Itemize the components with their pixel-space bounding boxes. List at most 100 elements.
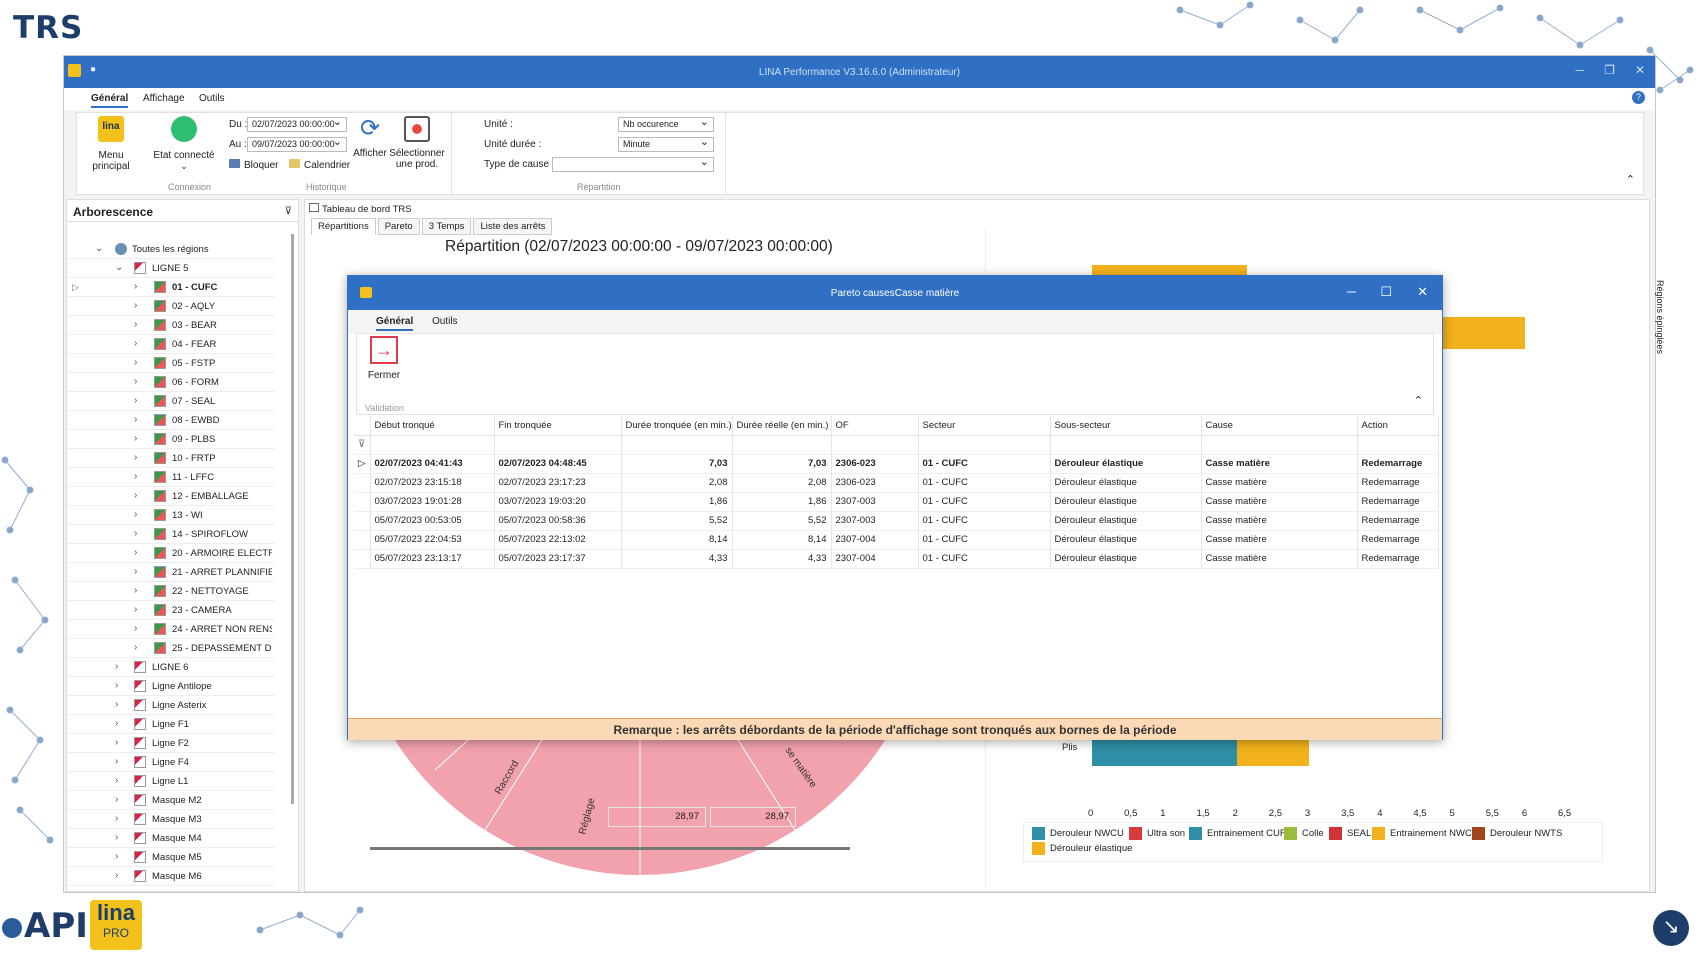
afficher-button[interactable]: ⟳ Afficher xyxy=(353,116,387,160)
filter-cell[interactable] xyxy=(494,435,622,455)
tree-item-ligne5-child[interactable]: › 09 - PLBS xyxy=(67,430,275,449)
grid-horizontal-scrollbar[interactable] xyxy=(370,847,850,850)
tree-item-line[interactable]: › Ligne F4 xyxy=(67,753,275,772)
chevron-right-icon[interactable]: › xyxy=(134,604,137,615)
chevron-right-icon[interactable]: › xyxy=(115,661,118,672)
grid-column-header[interactable]: Action xyxy=(1357,416,1439,436)
legend-item[interactable]: Dérouleur élastique xyxy=(1032,842,1132,855)
tree-item-ligne5[interactable]: ⌄ LIGNE 5 xyxy=(67,259,275,278)
filter-cell[interactable] xyxy=(1357,435,1439,455)
grid-column-header[interactable]: Durée tronquée (en min.) xyxy=(621,416,733,436)
row-indicator[interactable] xyxy=(354,492,371,512)
tree-item-ligne5-child[interactable]: › 25 - DEPASSEMENT DU S... xyxy=(67,639,275,658)
au-date-picker[interactable]: 09/07/2023 00:00:00 xyxy=(247,135,347,152)
filter-icon[interactable]: ⊽ xyxy=(354,435,371,455)
chevron-right-icon[interactable]: › xyxy=(115,870,118,881)
chevron-right-icon[interactable]: › xyxy=(115,794,118,805)
row-indicator[interactable] xyxy=(354,530,371,550)
chevron-right-icon[interactable]: › xyxy=(115,756,118,767)
chevron-right-icon[interactable]: › xyxy=(115,775,118,786)
chevron-right-icon[interactable]: › xyxy=(115,718,118,729)
unite-duree-select[interactable]: Minute xyxy=(618,135,714,152)
chevron-right-icon[interactable]: › xyxy=(134,414,137,425)
etat-connecte-button[interactable]: Etat connecté ⌄ xyxy=(149,116,219,176)
chevron-right-icon[interactable]: › xyxy=(134,471,137,482)
chevron-right-icon[interactable]: › xyxy=(115,680,118,691)
chevron-right-icon[interactable]: › xyxy=(134,528,137,539)
grid-column-header[interactable]: Secteur xyxy=(918,416,1051,436)
chevron-right-icon[interactable]: › xyxy=(134,281,137,292)
tree-item-ligne5-child[interactable]: › 12 - EMBALLAGE xyxy=(67,487,275,506)
tree-item-ligne5-child[interactable]: › 22 - NETTOYAGE xyxy=(67,582,275,601)
chevron-right-icon[interactable]: › xyxy=(134,376,137,387)
tree-item-ligne5-child[interactable]: › 03 - BEAR xyxy=(67,316,275,335)
side-panel-pinned[interactable]: Régions épinglées xyxy=(1655,280,1665,354)
subtab-liste-arrets[interactable]: Liste des arrêts xyxy=(473,218,553,235)
filter-cell[interactable] xyxy=(370,435,495,455)
tree-item-line[interactable]: › Masque M5 xyxy=(67,848,275,867)
dialog-maximize-icon[interactable]: ☐ xyxy=(1380,284,1392,300)
tree-item-ligne5-child[interactable]: › 11 - LFFC xyxy=(67,468,275,487)
tree-item-line[interactable]: › Ligne Antilope xyxy=(67,677,275,696)
table-row[interactable]: 05/07/2023 22:04:53 05/07/2023 22:13:02 8,… xyxy=(354,530,1439,550)
chevron-down-icon[interactable]: ⌄ xyxy=(95,243,103,254)
legend-item[interactable]: Entrainement NWCU xyxy=(1372,827,1479,840)
doc-tab-tableau-de-bord[interactable]: Tableau de bord TRS xyxy=(309,203,412,215)
table-row[interactable]: 03/07/2023 19:01:28 03/07/2023 19:03:20 1,… xyxy=(354,492,1439,512)
legend-item[interactable]: Colle xyxy=(1284,827,1324,840)
subtab-3-temps[interactable]: 3 Temps xyxy=(421,218,472,235)
legend-item[interactable]: SEAL xyxy=(1329,827,1371,840)
grid-column-header[interactable]: Début tronqué xyxy=(370,416,495,436)
table-row[interactable]: 02/07/2023 23:15:18 02/07/2023 23:17:23 2,… xyxy=(354,473,1439,493)
dialog-minimize-icon[interactable]: ─ xyxy=(1347,284,1356,299)
filter-cell[interactable] xyxy=(918,435,1051,455)
tree-item-line[interactable]: › Masque M6 xyxy=(67,867,275,886)
tree-item-line[interactable]: › Ligne F2 xyxy=(67,734,275,753)
tree-item-line[interactable]: › Ligne F1 xyxy=(67,715,275,734)
collapse-ribbon-icon[interactable]: ⌃ xyxy=(1626,173,1635,186)
chevron-right-icon[interactable]: › xyxy=(134,623,137,634)
chevron-right-icon[interactable]: › xyxy=(134,566,137,577)
filter-cell[interactable] xyxy=(621,435,733,455)
grid-column-header[interactable]: Cause xyxy=(1201,416,1358,436)
tree-item-line[interactable]: › Masque M3 xyxy=(67,810,275,829)
expand-row-icon[interactable]: ▷ xyxy=(354,454,371,474)
table-row[interactable]: 05/07/2023 23:13:17 05/07/2023 23:17:37 4,… xyxy=(354,549,1439,569)
minimize-icon[interactable]: ─ xyxy=(1576,63,1585,77)
legend-item[interactable]: Entrainement CUFC xyxy=(1189,827,1293,840)
tree-item-ligne5-child[interactable]: › 07 - SEAL xyxy=(67,392,275,411)
tree-item-ligne5-child[interactable]: › 21 - ARRET PLANNIFIE xyxy=(67,563,275,582)
tab-outils[interactable]: Outils xyxy=(199,93,225,104)
row-indicator[interactable] xyxy=(354,549,371,569)
tree-item-ligne5-child[interactable]: › 13 - WI xyxy=(67,506,275,525)
chevron-right-icon[interactable]: › xyxy=(134,585,137,596)
pin-panel-icon[interactable]: ⊽ xyxy=(285,206,292,217)
grid-column-header[interactable]: Durée réelle (en min.) xyxy=(732,416,832,436)
legend-item[interactable]: Derouleur NWCU xyxy=(1032,827,1124,840)
chevron-right-icon[interactable]: › xyxy=(115,737,118,748)
chevron-right-icon[interactable]: › xyxy=(134,300,137,311)
grid-column-header[interactable]: OF xyxy=(831,416,919,436)
next-slide-button[interactable]: ↘ xyxy=(1653,910,1689,946)
subtab-repartitions[interactable]: Répartitions xyxy=(311,218,376,235)
chevron-right-icon[interactable]: › xyxy=(134,490,137,501)
chevron-right-icon[interactable]: › xyxy=(115,699,118,710)
type-cause-select[interactable] xyxy=(552,155,714,172)
subtab-pareto[interactable]: Pareto xyxy=(377,218,420,235)
tree-scrollbar[interactable] xyxy=(291,234,294,804)
tab-general[interactable]: Général xyxy=(91,93,129,108)
tab-affichage[interactable]: Affichage xyxy=(143,93,185,104)
tree-item-line[interactable]: › Masque M4 xyxy=(67,829,275,848)
chevron-right-icon[interactable]: › xyxy=(134,452,137,463)
chevron-down-icon[interactable]: ⌄ xyxy=(115,262,123,273)
calendrier-button[interactable]: Calendrier xyxy=(289,159,350,171)
chevron-right-icon[interactable]: › xyxy=(115,813,118,824)
legend-item[interactable]: Ultra son xyxy=(1129,827,1185,840)
chevron-right-icon[interactable]: › xyxy=(134,319,137,330)
tree-item-ligne5-child[interactable]: › 10 - FRTP xyxy=(67,449,275,468)
tree-item-line[interactable]: › Masque M2 xyxy=(67,791,275,810)
chevron-right-icon[interactable]: › xyxy=(134,338,137,349)
table-row[interactable]: ▷ 02/07/2023 04:41:43 02/07/2023 04:48:45 7… xyxy=(354,454,1439,474)
tree-item-line[interactable]: › LIGNE 6 xyxy=(67,658,275,677)
dialog-tab-general[interactable]: Général xyxy=(376,316,414,331)
